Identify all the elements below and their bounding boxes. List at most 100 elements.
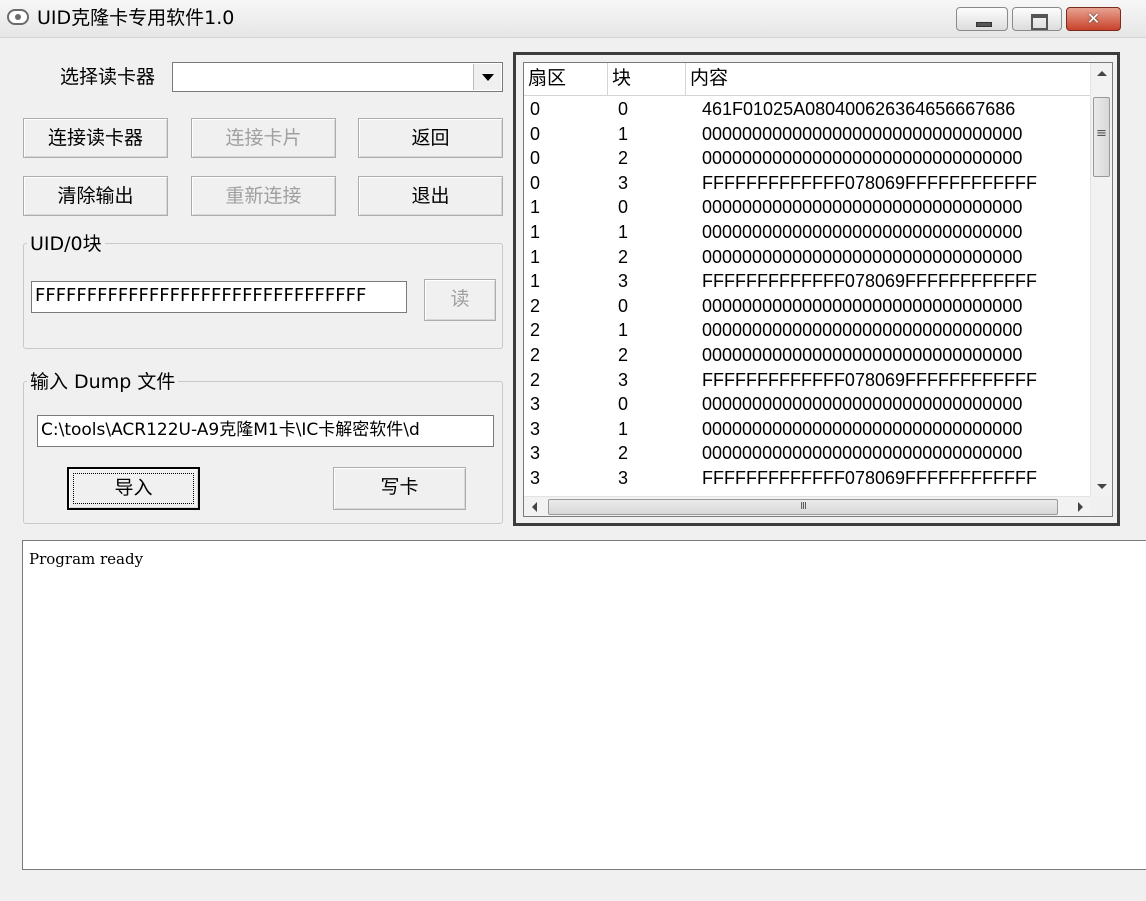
table-row[interactable]: 2 2 00000000000000000000000000000000 (524, 343, 1091, 367)
cell-content: 00000000000000000000000000000000 (702, 394, 1023, 415)
dump-group-title: 输入 Dump 文件 (27, 371, 179, 393)
cell-sector: 2 (530, 320, 541, 341)
table-row[interactable]: 0 3 FFFFFFFFFFFFF078069FFFFFFFFFFFF (524, 171, 1091, 195)
cell-sector: 0 (530, 172, 541, 193)
horizontal-scroll-thumb[interactable] (548, 499, 1058, 515)
reader-select[interactable] (172, 62, 503, 92)
cell-block: 3 (618, 468, 629, 488)
scroll-right-icon[interactable] (1069, 497, 1091, 516)
cell-block: 0 (618, 394, 629, 415)
table-row[interactable]: 1 3 FFFFFFFFFFFFF078069FFFFFFFFFFFF (524, 269, 1091, 293)
cell-content: 00000000000000000000000000000000 (702, 222, 1023, 242)
vertical-scrollbar[interactable] (1090, 63, 1112, 498)
cell-content: 00000000000000000000000000000000 (702, 345, 1023, 365)
table-row[interactable]: 2 1 00000000000000000000000000000000 (524, 318, 1091, 342)
column-header-sector[interactable]: 扇区 (524, 63, 608, 95)
vertical-scroll-thumb[interactable] (1093, 97, 1110, 177)
cell-content: 00000000000000000000000000000000 (702, 295, 1023, 316)
column-header-block[interactable]: 块 (608, 63, 686, 95)
cell-sector: 1 (530, 246, 541, 267)
cell-sector: 3 (530, 418, 541, 439)
main-window: UID克隆卡专用软件1.0 选择读卡器 连接读卡器 连接卡片 返回 清除输出 重… (0, 0, 1146, 901)
cell-sector: 2 (530, 295, 541, 316)
cell-sector: 1 (530, 271, 541, 292)
cell-content: FFFFFFFFFFFFF078069FFFFFFFFFFFF (702, 468, 1037, 488)
reconnect-button[interactable]: 重新连接 (191, 176, 336, 216)
cell-content: 00000000000000000000000000000000 (702, 418, 1023, 439)
cell-content: 00000000000000000000000000000000 (702, 443, 1023, 464)
cell-sector: 0 (530, 123, 541, 144)
column-header-content[interactable]: 内容 (686, 63, 1091, 95)
table-row[interactable]: 3 0 00000000000000000000000000000000 (524, 392, 1091, 416)
cell-block: 3 (618, 369, 629, 390)
table-row[interactable]: 0 0 461F01025A080400626364656667686 (524, 97, 1091, 121)
cell-content: 00000000000000000000000000000000 (702, 123, 1023, 144)
cell-content: FFFFFFFFFFFFF078069FFFFFFFFFFFF (702, 369, 1037, 390)
cell-sector: 3 (530, 468, 541, 488)
output-log[interactable]: Program ready (22, 540, 1146, 870)
cell-content: 00000000000000000000000000000000 (702, 197, 1023, 218)
scroll-left-icon[interactable] (524, 497, 546, 516)
cell-sector: 0 (530, 99, 541, 119)
horizontal-scrollbar[interactable] (524, 496, 1091, 516)
app-icon (7, 9, 29, 25)
table-row[interactable]: 0 2 00000000000000000000000000000000 (524, 146, 1091, 170)
write-card-button[interactable]: 写卡 (333, 467, 466, 510)
cell-content: 00000000000000000000000000000000 (702, 148, 1023, 169)
uid-group-title: UID/0块 (27, 233, 105, 255)
cell-block: 2 (618, 246, 629, 267)
sector-table[interactable]: 扇区 块 内容 0 0 461F01025A08040062636465666768… (523, 62, 1113, 517)
connect-card-button[interactable]: 连接卡片 (191, 118, 336, 158)
cell-block: 1 (618, 222, 629, 242)
table-body: 0 0 461F01025A080400626364656667686 0 1 00000… (524, 97, 1091, 498)
exit-button[interactable]: 退出 (358, 176, 503, 216)
scrollbar-corner (1090, 496, 1112, 516)
dump-file-input[interactable]: C:\tools\ACR122U-A9克隆M1卡\IC卡解密软件\d (37, 415, 494, 447)
cell-sector: 3 (530, 394, 541, 415)
cell-block: 2 (618, 345, 629, 365)
window-title: UID克隆卡专用软件1.0 (37, 7, 235, 29)
back-button[interactable]: 返回 (358, 118, 503, 158)
table-row[interactable]: 1 2 00000000000000000000000000000000 (524, 245, 1091, 269)
cell-block: 2 (618, 148, 629, 169)
cell-content: 00000000000000000000000000000000 (702, 246, 1023, 267)
table-row[interactable]: 2 3 FFFFFFFFFFFFF078069FFFFFFFFFFFF (524, 368, 1091, 392)
table-row[interactable]: 3 1 00000000000000000000000000000000 (524, 417, 1091, 441)
cell-block: 0 (618, 295, 629, 316)
table-row[interactable]: 1 0 00000000000000000000000000000000 (524, 195, 1091, 219)
cell-sector: 3 (530, 443, 541, 464)
cell-sector: 1 (530, 197, 541, 218)
table-row[interactable]: 1 1 00000000000000000000000000000000 (524, 220, 1091, 244)
cell-content: FFFFFFFFFFFFF078069FFFFFFFFFFFF (702, 172, 1037, 193)
close-button[interactable] (1066, 7, 1121, 31)
cell-block: 3 (618, 271, 629, 292)
cell-block: 1 (618, 418, 629, 439)
cell-block: 0 (618, 99, 629, 119)
scroll-down-icon[interactable] (1091, 476, 1112, 498)
cell-content: 00000000000000000000000000000000 (702, 320, 1023, 341)
cell-block: 2 (618, 443, 629, 464)
table-row[interactable]: 2 0 00000000000000000000000000000000 (524, 294, 1091, 318)
read-button[interactable]: 读 (424, 279, 496, 321)
cell-content: FFFFFFFFFFFFF078069FFFFFFFFFFFF (702, 271, 1037, 292)
clear-output-button[interactable]: 清除输出 (23, 176, 168, 216)
table-row[interactable]: 3 2 00000000000000000000000000000000 (524, 441, 1091, 465)
connect-reader-button[interactable]: 连接读卡器 (23, 118, 168, 158)
title-bar: UID克隆卡专用软件1.0 (0, 0, 1146, 38)
table-row[interactable]: 3 3 FFFFFFFFFFFFF078069FFFFFFFFFFFF (524, 466, 1091, 490)
scroll-up-icon[interactable] (1091, 63, 1112, 85)
uid-input[interactable]: FFFFFFFFFFFFFFFFFFFFFFFFFFFFFFFF (31, 281, 407, 313)
cell-block: 1 (618, 123, 629, 144)
cell-sector: 2 (530, 345, 541, 365)
minimize-button[interactable] (956, 7, 1008, 31)
table-header: 扇区 块 内容 (524, 63, 1091, 96)
chevron-down-icon[interactable] (473, 64, 501, 90)
table-row[interactable]: 0 1 00000000000000000000000000000000 (524, 122, 1091, 146)
maximize-button[interactable] (1012, 7, 1062, 31)
cell-sector: 0 (530, 148, 541, 169)
cell-block: 0 (618, 197, 629, 218)
import-button[interactable]: 导入 (67, 467, 200, 510)
cell-sector: 1 (530, 222, 541, 242)
cell-content: 461F01025A080400626364656667686 (702, 99, 1016, 119)
cell-sector: 2 (530, 369, 541, 390)
